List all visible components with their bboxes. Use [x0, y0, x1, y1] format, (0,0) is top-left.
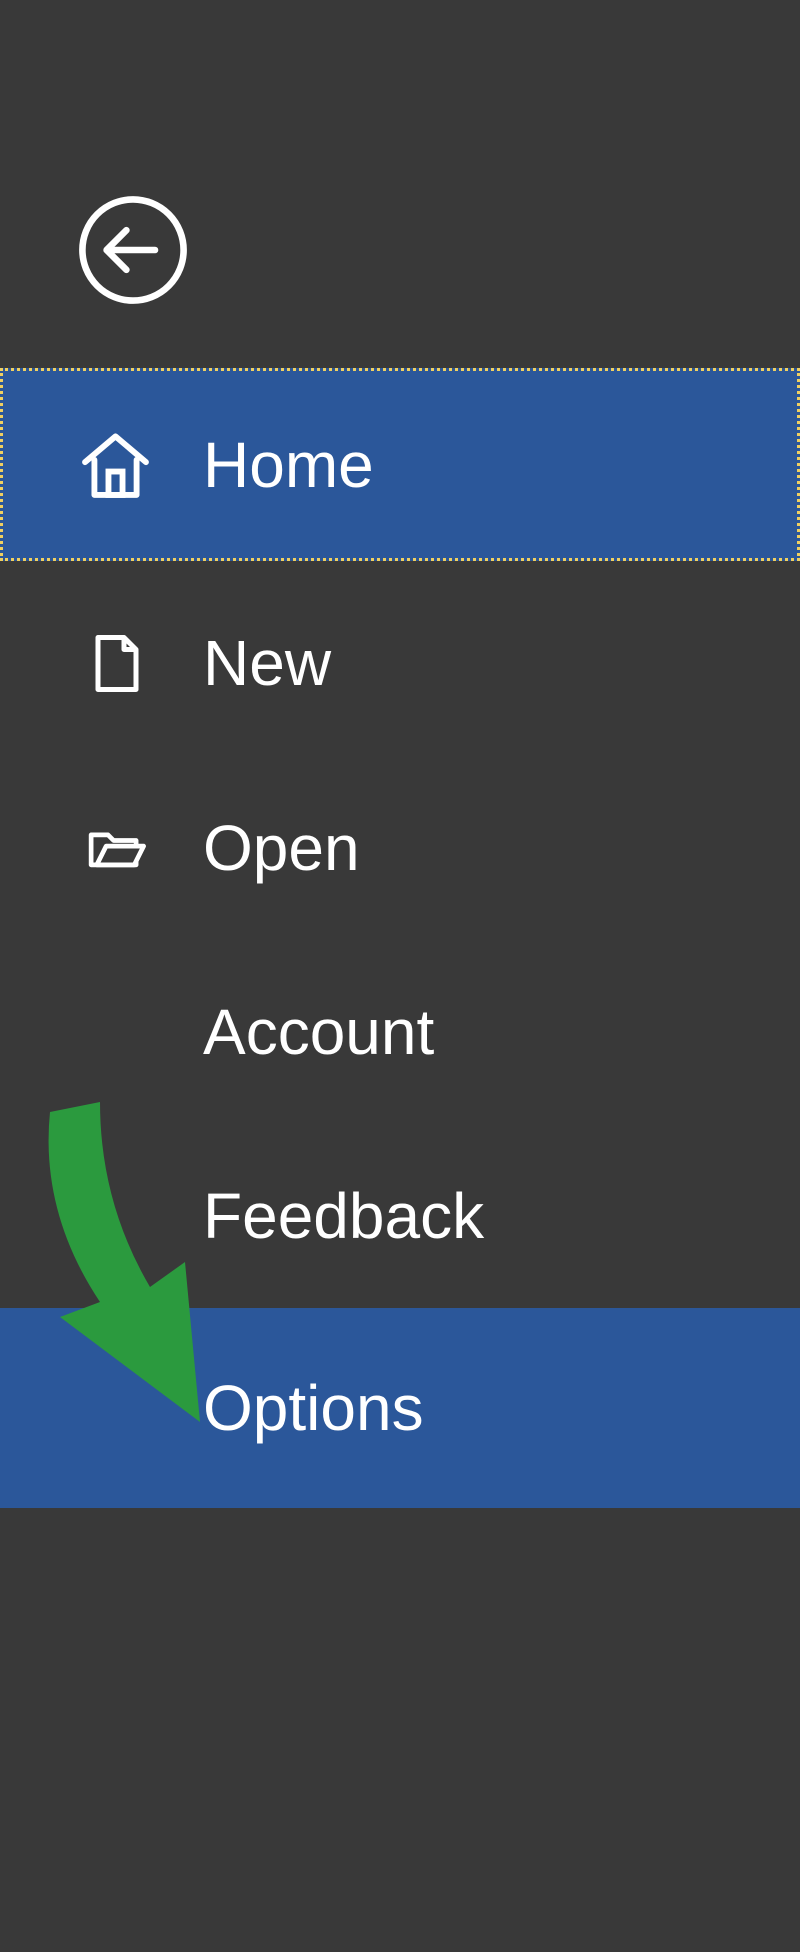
menu-item-label: Home	[203, 428, 374, 502]
menu-item-home[interactable]: Home	[0, 368, 800, 561]
menu-item-open[interactable]: Open	[0, 758, 800, 938]
menu-item-label: Options	[203, 1371, 424, 1445]
icon-spacer	[78, 995, 153, 1070]
backstage-sidebar: Home New Open Account Feedback	[0, 0, 800, 1952]
open-folder-icon	[78, 811, 153, 886]
menu-item-new[interactable]: New	[0, 573, 800, 753]
menu-item-options[interactable]: Options	[0, 1308, 800, 1508]
menu-item-label: Open	[203, 811, 360, 885]
icon-spacer	[78, 1179, 153, 1254]
back-button[interactable]	[78, 195, 188, 305]
home-icon	[78, 427, 153, 502]
icon-spacer	[78, 1371, 153, 1446]
new-file-icon	[78, 626, 153, 701]
menu-item-label: New	[203, 626, 331, 700]
menu-item-label: Feedback	[203, 1179, 484, 1253]
menu-item-account[interactable]: Account	[0, 942, 800, 1122]
menu-item-label: Account	[203, 995, 434, 1069]
back-arrow-icon	[78, 195, 188, 305]
menu-item-feedback[interactable]: Feedback	[0, 1126, 800, 1306]
